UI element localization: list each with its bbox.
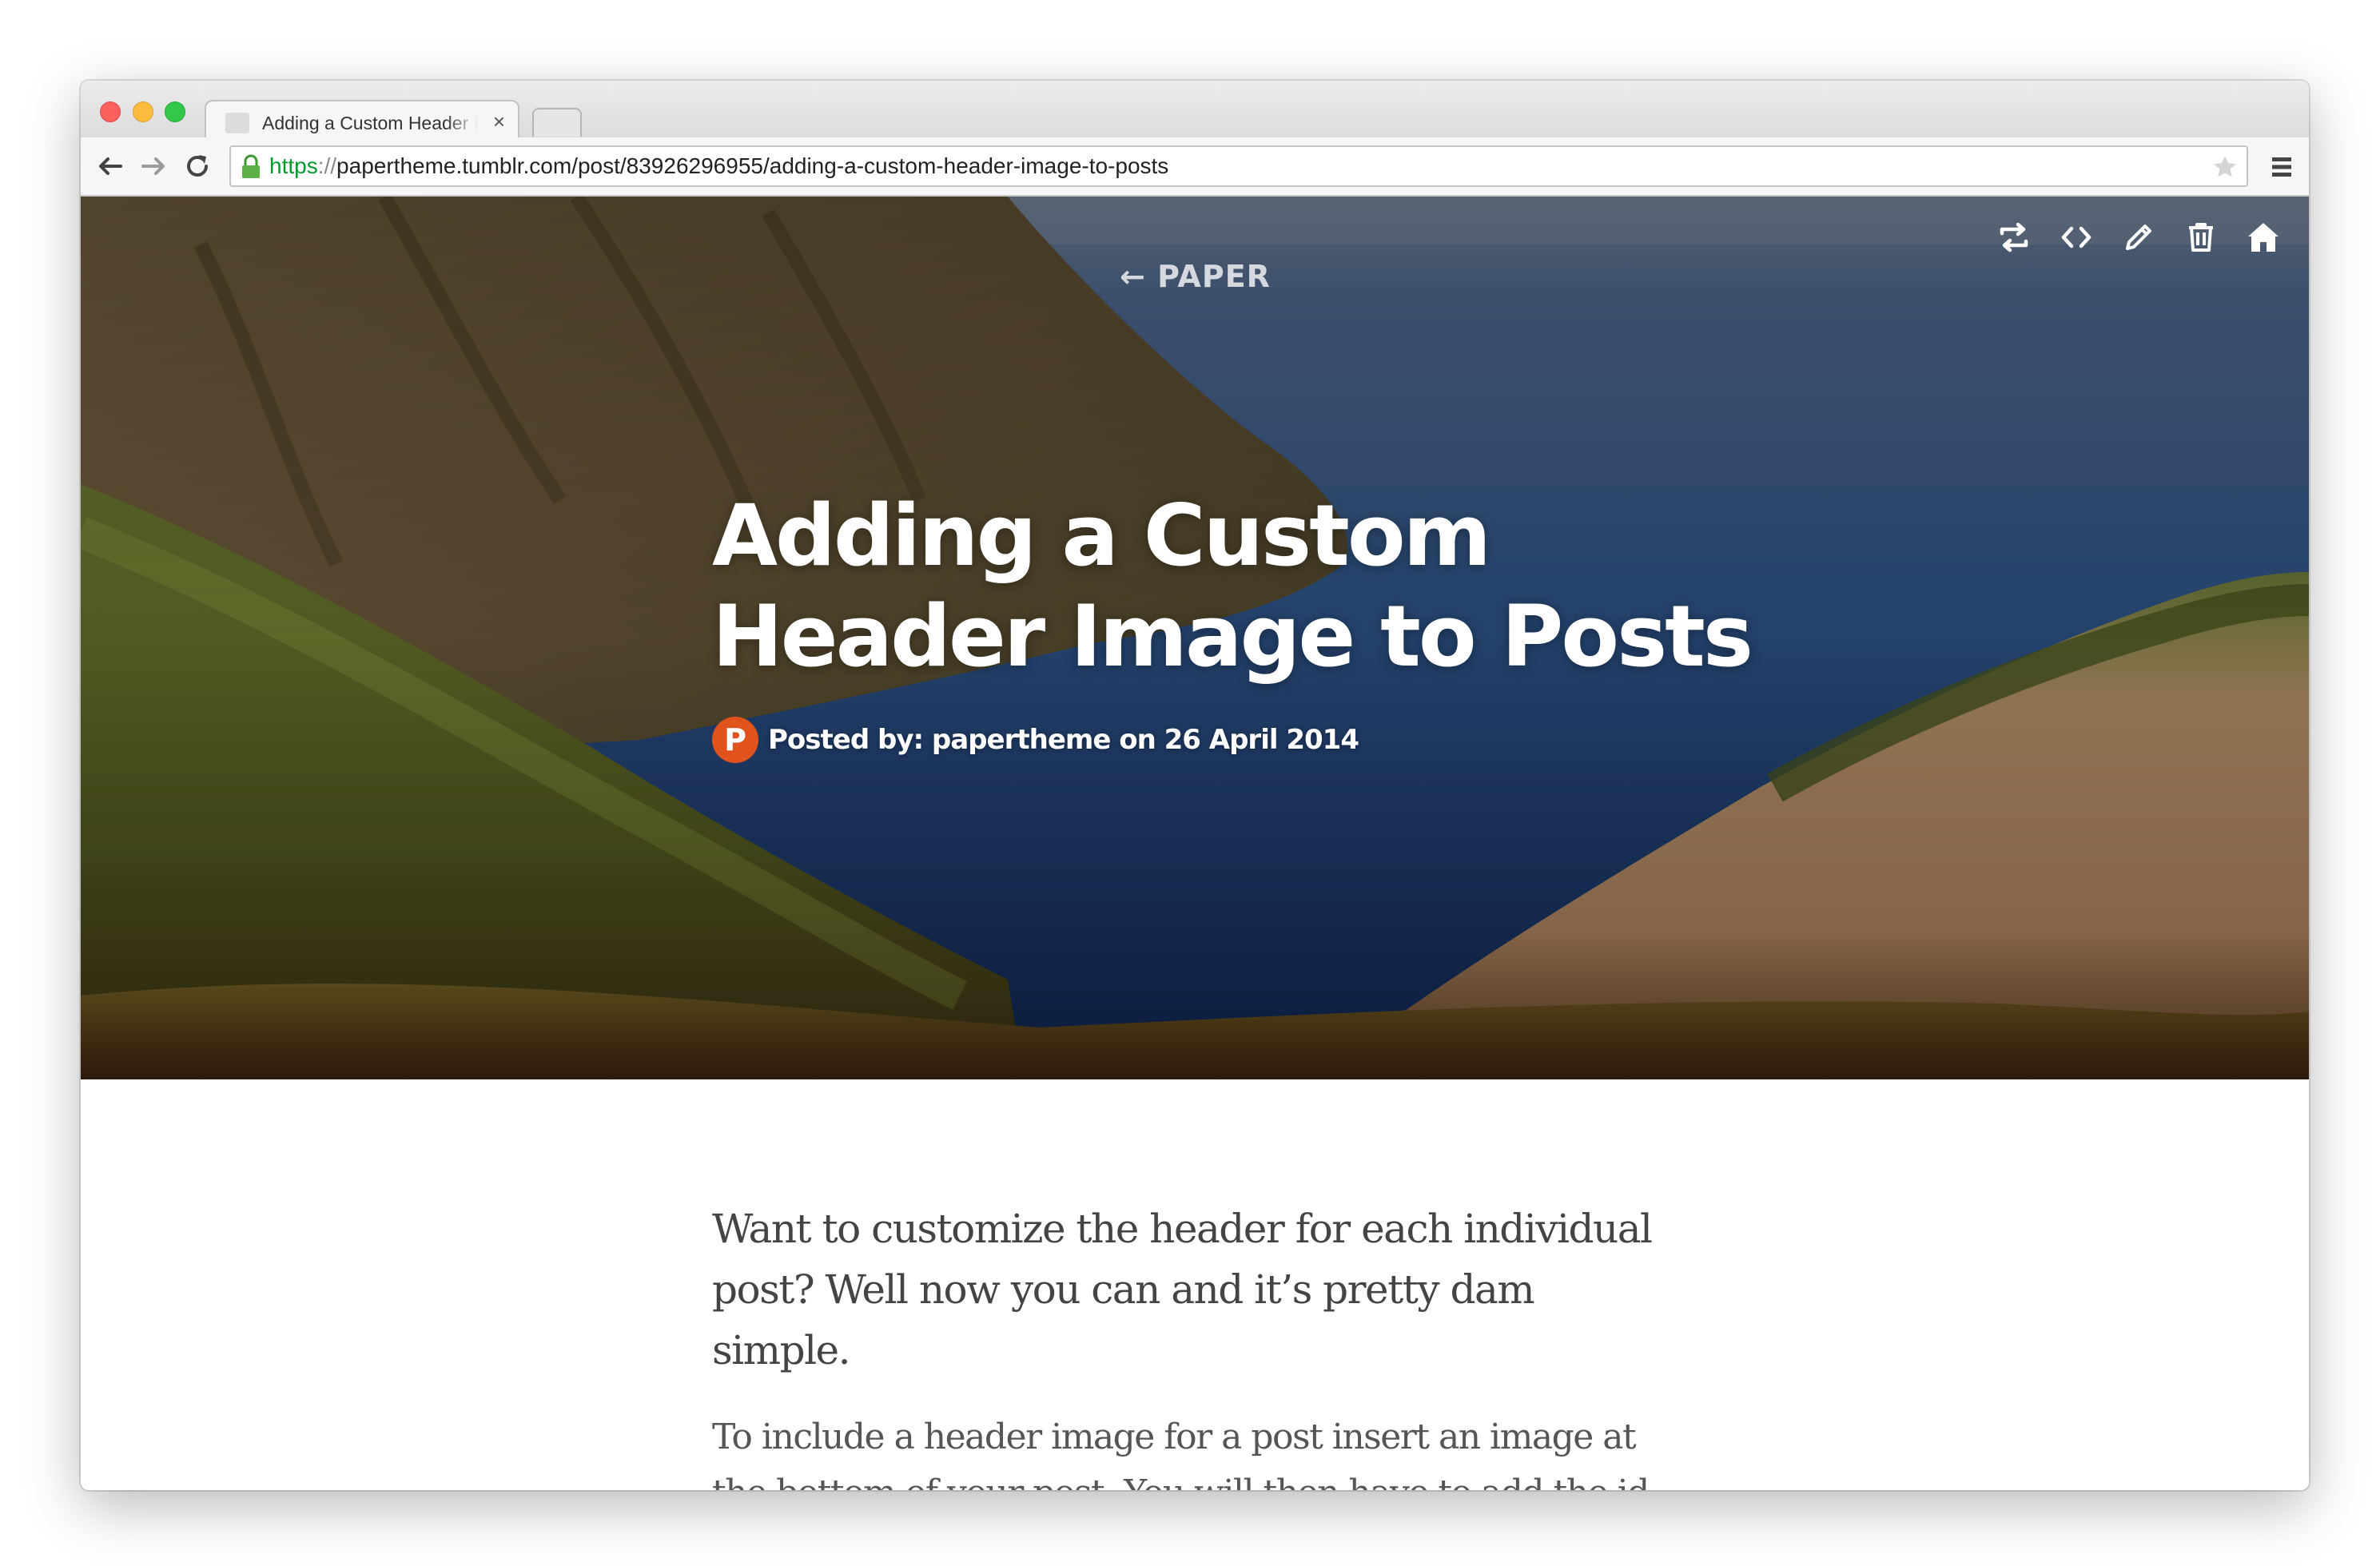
zoom-window-button[interactable] <box>165 101 185 122</box>
favicon-icon <box>225 113 249 133</box>
home-icon[interactable] <box>2245 219 2282 256</box>
url-text: https://papertheme.tumblr.com/post/83926… <box>269 147 1168 185</box>
lock-icon <box>242 154 260 178</box>
url-separator: :// <box>317 153 337 178</box>
url-scheme: https <box>269 153 318 178</box>
minimize-window-button[interactable] <box>133 101 153 122</box>
url-path: papertheme.tumblr.com/post/83926296955/a… <box>336 153 1169 178</box>
post-byline: P Posted by: papertheme on 26 April 2014 <box>712 716 1359 764</box>
back-arrow-icon[interactable] <box>94 150 125 182</box>
avatar[interactable]: P <box>712 717 758 763</box>
back-to-blog-link[interactable]: ← PAPER <box>1120 259 1271 294</box>
post-title: Adding a Custom Header Image to Posts <box>712 487 1753 686</box>
embed-code-icon[interactable] <box>2058 219 2095 256</box>
delete-trash-icon[interactable] <box>2183 219 2219 256</box>
web-page: ← PAPER Adding a Custom Header Image to … <box>81 197 2309 1490</box>
tab-title: Adding a Custom Header Image to Posts <box>262 113 478 133</box>
post-body: Want to customize the header for each in… <box>712 1198 1671 1490</box>
new-tab-button[interactable] <box>532 108 582 137</box>
byline-text: Posted by: papertheme on 26 April 2014 <box>768 724 1359 756</box>
reblog-icon[interactable] <box>1996 219 2032 256</box>
reload-icon[interactable] <box>181 150 213 182</box>
tab-close-icon[interactable]: × <box>493 109 505 133</box>
post-paragraph: To include a header image for a post ins… <box>712 1417 1650 1490</box>
browser-tab[interactable]: Adding a Custom Header Image to Posts × <box>205 100 519 141</box>
post-lede: Want to customize the header for each in… <box>712 1206 1653 1373</box>
forward-arrow-icon[interactable] <box>138 150 170 182</box>
edit-pencil-icon[interactable] <box>2120 219 2157 256</box>
header-image: ← PAPER Adding a Custom Header Image to … <box>81 197 2309 1079</box>
browser-window: Adding a Custom Header Image to Posts × … <box>81 81 2309 1490</box>
tab-strip: Adding a Custom Header Image to Posts × <box>81 81 2309 141</box>
close-window-button[interactable] <box>100 101 121 122</box>
address-bar[interactable]: https://papertheme.tumblr.com/post/83926… <box>229 145 2248 187</box>
browser-toolbar: https://papertheme.tumblr.com/post/83926… <box>81 137 2309 197</box>
hamburger-menu-icon[interactable] <box>2269 155 2294 179</box>
star-icon[interactable] <box>2211 153 2239 181</box>
